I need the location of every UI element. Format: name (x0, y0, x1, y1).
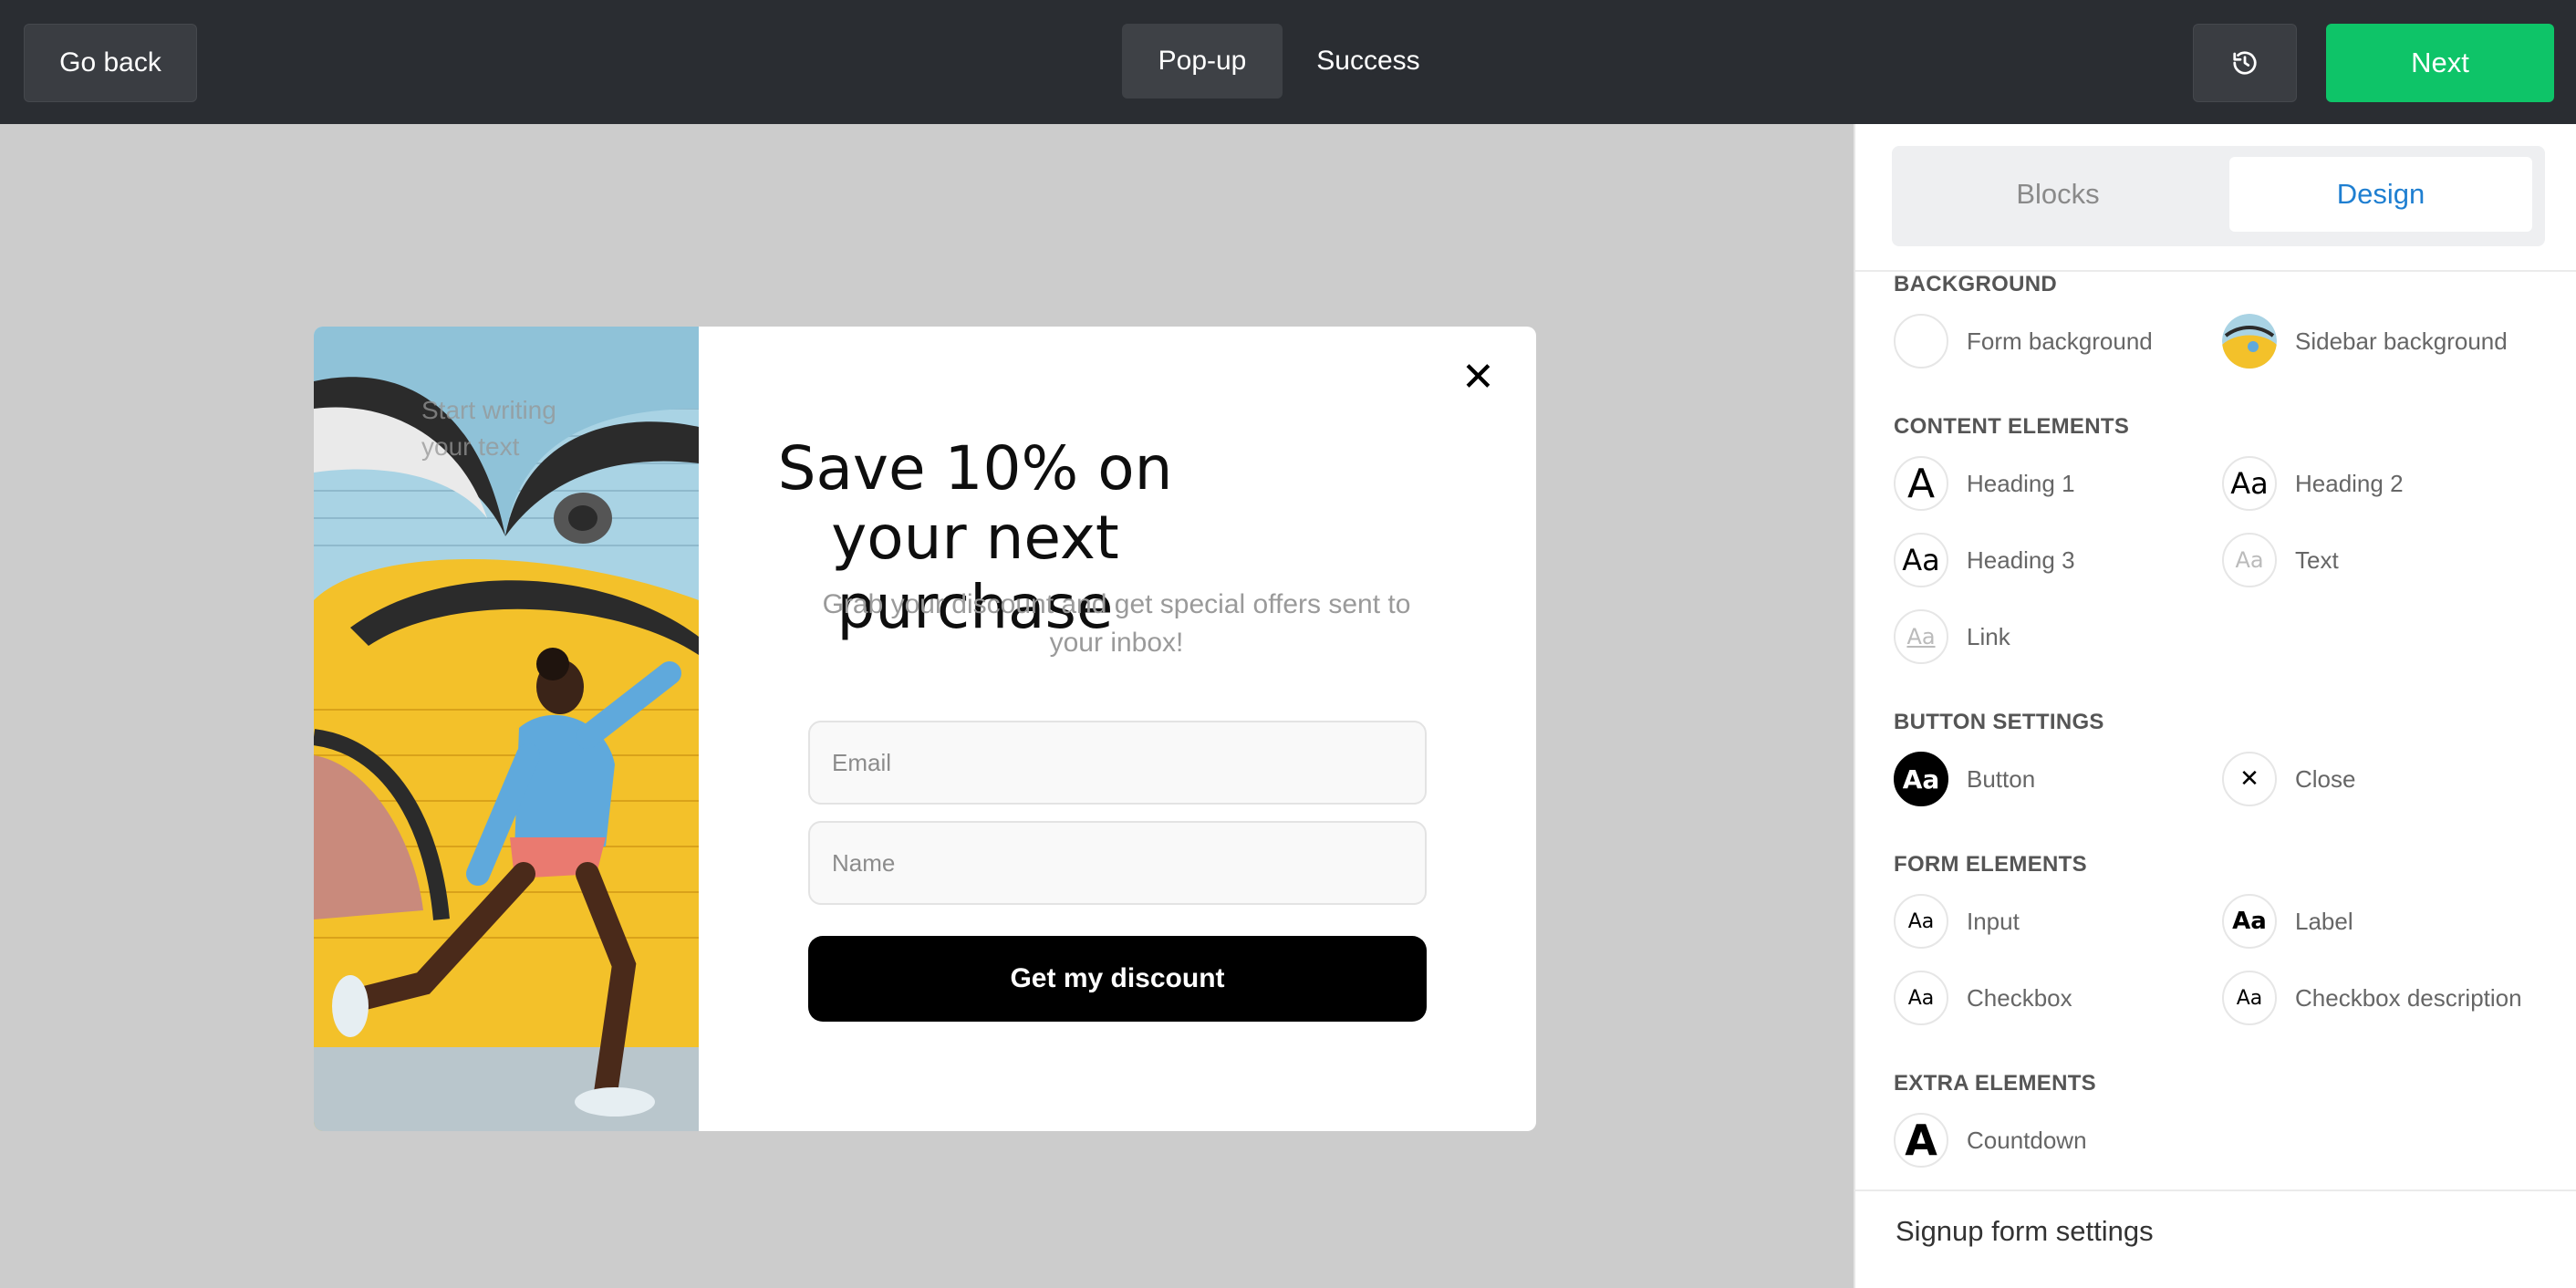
section-background-title: BACKGROUND (1894, 272, 2057, 296)
close-icon[interactable]: ✕ (1461, 358, 1495, 398)
close-option[interactable]: ✕ Close (2222, 752, 2355, 806)
top-bar: Go back Pop-up Success Next (0, 0, 2576, 124)
checkbox-description-glyph: Aa (2222, 971, 2277, 1025)
form-background-swatch (1894, 314, 1948, 369)
go-back-button[interactable]: Go back (24, 24, 197, 102)
option-label: Checkbox (1967, 983, 2072, 1012)
option-label: Text (2295, 545, 2339, 574)
heading-3-glyph: Aa (1894, 533, 1948, 587)
link-glyph: Aa (1894, 609, 1948, 664)
sidebar-thumbnail-image (2222, 314, 2277, 369)
tab-pop-up[interactable]: Pop-up (1122, 24, 1283, 99)
close-glyph-icon: ✕ (2222, 752, 2277, 806)
form-background-option[interactable]: Form background (1894, 314, 2153, 369)
option-label: Button (1967, 764, 2036, 793)
option-label: Label (2295, 907, 2353, 935)
option-label: Checkbox description (2295, 983, 2522, 1012)
divider (1855, 1189, 2576, 1191)
popup-preview: Start writing your text ✕ Save 10% on yo… (314, 327, 1536, 1131)
signup-form-settings[interactable]: Signup form settings (1896, 1215, 2154, 1248)
tab-success[interactable]: Success (1301, 24, 1436, 99)
popup-image[interactable]: Start writing your text (314, 327, 699, 1131)
tab-blocks[interactable]: Blocks (1903, 157, 2213, 232)
option-label: Heading 3 (1967, 545, 2075, 574)
checkbox-description-option[interactable]: Aa Checkbox description (2222, 971, 2522, 1025)
image-overlay-text[interactable]: Start writing your text (421, 392, 604, 465)
email-field[interactable]: Email (808, 721, 1427, 805)
countdown-glyph: A (1894, 1113, 1948, 1168)
button-option[interactable]: Aa Button (1894, 752, 2035, 806)
label-option[interactable]: Aa Label (2222, 894, 2353, 949)
heading-2-option[interactable]: Aa Heading 2 (2222, 456, 2404, 511)
button-glyph: Aa (1894, 752, 1948, 806)
design-panel: Blocks Design BACKGROUND Form background… (1854, 124, 2576, 1288)
panel-tabs: Blocks Design (1892, 146, 2545, 246)
sidebar-background-thumbnail (2222, 314, 2277, 369)
heading-1-option[interactable]: A Heading 1 (1894, 456, 2075, 511)
input-option[interactable]: Aa Input (1894, 894, 2020, 949)
option-label: Link (1967, 622, 2010, 650)
tab-design[interactable]: Design (2229, 157, 2532, 232)
checkbox-option[interactable]: Aa Checkbox (1894, 971, 2072, 1025)
get-discount-button[interactable]: Get my discount (808, 936, 1427, 1022)
option-label: Countdown (1967, 1126, 2087, 1154)
section-form-title: FORM ELEMENTS (1894, 852, 2087, 877)
sidebar-background-option[interactable]: Sidebar background (2222, 314, 2508, 369)
option-label: Close (2295, 764, 2356, 793)
history-button[interactable] (2193, 24, 2297, 102)
option-label: Heading 1 (1967, 469, 2075, 497)
next-button[interactable]: Next (2326, 24, 2554, 102)
section-button-title: BUTTON SETTINGS (1894, 710, 2104, 734)
section-extra-title: EXTRA ELEMENTS (1894, 1071, 2096, 1096)
popup-subtitle[interactable]: Grab your discount and get special offer… (806, 586, 1427, 662)
label-glyph: Aa (2222, 894, 2277, 949)
history-icon (2233, 51, 2257, 75)
option-label: Sidebar background (2295, 327, 2508, 355)
heading-1-glyph: A (1894, 456, 1948, 511)
text-glyph: Aa (2222, 533, 2277, 587)
heading-3-option[interactable]: Aa Heading 3 (1894, 533, 2075, 587)
section-content-title: CONTENT ELEMENTS (1894, 414, 2130, 439)
option-label: Form background (1967, 327, 2153, 355)
checkbox-glyph: Aa (1894, 971, 1948, 1025)
name-field[interactable]: Name (808, 821, 1427, 905)
link-option[interactable]: Aa Link (1894, 609, 2010, 664)
countdown-option[interactable]: A Countdown (1894, 1113, 2087, 1168)
heading-2-glyph: Aa (2222, 456, 2277, 511)
text-option[interactable]: Aa Text (2222, 533, 2339, 587)
option-label: Input (1967, 907, 2020, 935)
option-label: Heading 2 (2295, 469, 2404, 497)
input-glyph: Aa (1894, 894, 1948, 949)
